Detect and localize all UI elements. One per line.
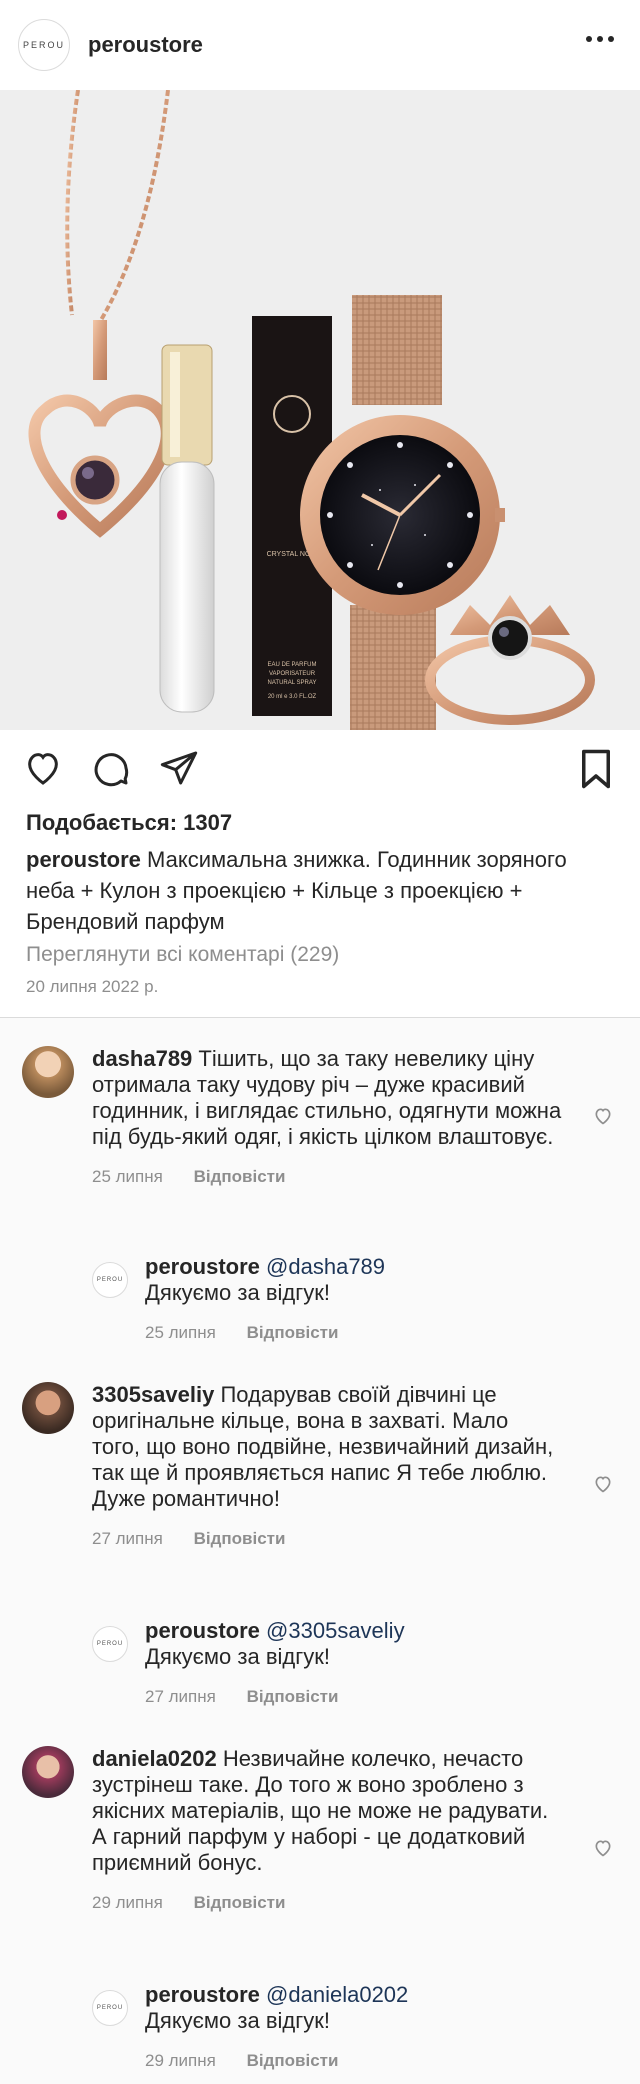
post-image[interactable]: CRYSTAL NOIR EAU DE PARFUM VAPORISATEUR … [0, 90, 640, 730]
reply-button[interactable]: Відповісти [247, 1687, 339, 1706]
reply-avatar[interactable]: PEROU [92, 1990, 128, 2026]
reply-username[interactable]: peroustore [145, 1618, 260, 1643]
comment-meta: 29 липня Відповісти [92, 1890, 562, 1916]
perfume-cap [161, 344, 213, 466]
bookmark-icon[interactable] [578, 748, 614, 795]
comment-username[interactable]: 3305saveliy [92, 1382, 214, 1407]
perfume-box-line2: VAPORISATEUR [269, 671, 316, 677]
post-date: 20 липня 2022 р. [26, 977, 159, 996]
reply-body: peroustore @3305saveliy Дякуємо за відгу… [145, 1618, 575, 1710]
reply-body: peroustore @daniela0202 Дякуємо за відгу… [145, 1982, 575, 2074]
perfume-box-line1: EAU DE PARFUM [268, 662, 317, 668]
post-caption: peroustore Максимальна знижка. Годинник … [26, 844, 614, 937]
reply-avatar[interactable]: PEROU [92, 1626, 128, 1662]
ring-stone [488, 616, 532, 660]
reply-meta: 25 липня Відповісти [145, 1320, 575, 1346]
reply-date: 27 липня [145, 1687, 216, 1706]
reply-avatar[interactable]: PEROU [92, 1262, 128, 1298]
comment-date: 27 липня [92, 1529, 163, 1548]
comment-username[interactable]: daniela0202 [92, 1746, 217, 1771]
reply-date: 25 липня [145, 1323, 216, 1342]
reply-mention[interactable]: @daniela0202 [266, 1982, 408, 2007]
reply-meta: 27 липня Відповісти [145, 1684, 575, 1710]
commenter-avatar[interactable] [22, 1746, 74, 1798]
reply-text: Дякуємо за відгук! [145, 2008, 330, 2033]
comment-like-heart-icon[interactable] [592, 1838, 614, 1863]
comment-meta: 25 липня Відповісти [92, 1164, 562, 1190]
caption-username[interactable]: peroustore [26, 847, 141, 872]
necklace-chain-left [65, 90, 80, 316]
like-heart-icon[interactable] [22, 748, 64, 793]
comment-date: 29 липня [92, 1893, 163, 1912]
comment-body: 3305saveliy Подарував своїй дівчині це о… [92, 1382, 562, 1552]
view-all-comments-link[interactable]: Переглянути всі коментарі (229) [26, 943, 614, 967]
reply-meta: 29 липня Відповісти [145, 2048, 575, 2074]
reply-button[interactable]: Відповісти [247, 2051, 339, 2070]
reply-logo-text: PEROU [96, 1641, 124, 1647]
comment-date: 25 липня [92, 1167, 163, 1186]
reply-mention[interactable]: @3305saveliy [266, 1618, 405, 1643]
product-illustration: CRYSTAL NOIR EAU DE PARFUM VAPORISATEUR … [28, 90, 595, 730]
reply-logo-text: PEROU [96, 1277, 124, 1283]
watch-strap-bottom [350, 605, 436, 730]
post-header: PEROU peroustore [0, 0, 640, 90]
post-meta: Подобається: 1307 peroustore Максимальна… [0, 810, 640, 997]
watch-strap-top [352, 295, 442, 405]
share-send-icon[interactable] [158, 748, 200, 793]
post-actions [0, 730, 640, 806]
reply-text: Дякуємо за відгук! [145, 1280, 330, 1305]
comment-like-heart-icon[interactable] [592, 1106, 614, 1131]
necklace-chain-right [96, 90, 170, 327]
pendant-ruby [57, 510, 67, 520]
profile-avatar[interactable]: PEROU [18, 19, 70, 71]
comment-username[interactable]: dasha789 [92, 1046, 192, 1071]
perfume-box-volume: 20 ml e 3.0 FL.OZ [268, 694, 317, 700]
reply-button[interactable]: Відповісти [194, 1167, 286, 1186]
comment-meta: 27 липня Відповісти [92, 1526, 562, 1552]
commenter-avatar[interactable] [22, 1046, 74, 1098]
profile-username[interactable]: peroustore [88, 32, 203, 58]
comment-icon[interactable] [90, 748, 132, 793]
reply-text: Дякуємо за відгук! [145, 1644, 330, 1669]
reply-button[interactable]: Відповісти [194, 1529, 286, 1548]
likes-count[interactable]: Подобається: 1307 [26, 810, 614, 836]
reply-username[interactable]: peroustore [145, 1982, 260, 2007]
reply-logo-text: PEROU [96, 2005, 124, 2011]
more-options-icon[interactable] [586, 36, 614, 42]
reply-date: 29 липня [145, 2051, 216, 2070]
perfume-vial [159, 461, 215, 713]
comment-body: dasha789 Тішить, що за таку невелику цін… [92, 1046, 562, 1190]
reply-body: peroustore @dasha789 Дякуємо за відгук! … [145, 1254, 575, 1346]
reply-mention[interactable]: @dasha789 [266, 1254, 385, 1279]
perfume-box-line3: NATURAL SPRAY [268, 680, 317, 686]
reply-button[interactable]: Відповісти [194, 1893, 286, 1912]
comments-section: dasha789 Тішить, що за таку невелику цін… [0, 1018, 640, 2084]
reply-button[interactable]: Відповісти [247, 1323, 339, 1342]
comment-like-heart-icon[interactable] [592, 1474, 614, 1499]
comment-body: daniela0202 Незвичайне колечко, нечасто … [92, 1746, 562, 1916]
pendant-stone [70, 455, 120, 505]
logo-text: PEROU [22, 40, 65, 50]
reply-username[interactable]: peroustore [145, 1254, 260, 1279]
commenter-avatar[interactable] [22, 1382, 74, 1434]
